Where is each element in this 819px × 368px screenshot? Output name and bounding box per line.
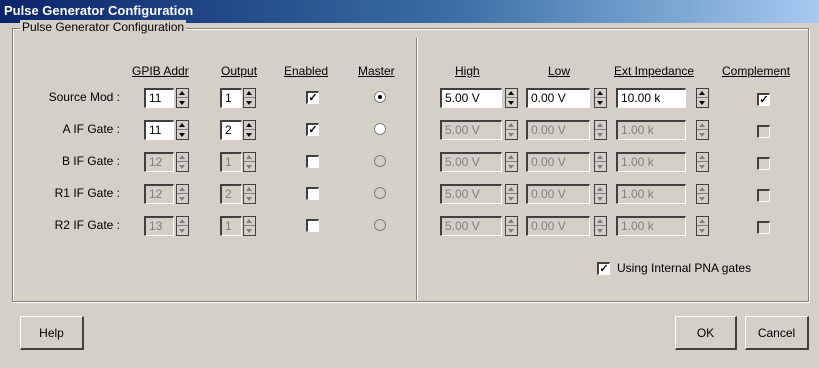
enabled-checkbox[interactable]: ✓: [306, 123, 319, 136]
low-field[interactable]: 0.00 V: [526, 120, 590, 140]
output-field[interactable]: 1: [220, 152, 242, 172]
output-field[interactable]: 1: [220, 216, 242, 236]
header-output: Output: [221, 64, 258, 78]
master-radio[interactable]: [374, 155, 386, 167]
output-field[interactable]: 2: [220, 120, 242, 140]
header-gpib-addr: GPIB Addr: [132, 64, 189, 78]
header-master: Master: [358, 64, 395, 78]
ext-impedance-field[interactable]: 10.00 k: [616, 88, 686, 108]
internal-pna-gates-label: Using Internal PNA gates: [617, 261, 752, 275]
enabled-checkbox[interactable]: [306, 155, 319, 168]
output-spinner[interactable]: [243, 216, 256, 236]
low-spinner[interactable]: [594, 120, 607, 140]
gpib-addr-field[interactable]: 13: [144, 216, 174, 236]
high-spinner[interactable]: [505, 120, 518, 140]
row-label-b-if-gate: B IF Gate :: [61, 154, 120, 168]
gpib-addr-spinner[interactable]: [176, 120, 189, 140]
group-divider: [416, 38, 418, 300]
ext-impedance-field[interactable]: 1.00 k: [616, 184, 686, 204]
header-low: Low: [548, 64, 571, 78]
complement-checkbox[interactable]: [757, 125, 770, 138]
group-label: Pulse Generator Configuration: [20, 20, 187, 34]
gpib-addr-spinner[interactable]: [176, 152, 189, 172]
complement-checkbox[interactable]: [757, 221, 770, 234]
output-spinner[interactable]: [243, 184, 256, 204]
ext-impedance-field[interactable]: 1.00 k: [616, 216, 686, 236]
gpib-addr-field[interactable]: 11: [144, 120, 174, 140]
low-field[interactable]: 0.00 V: [526, 152, 590, 172]
high-spinner[interactable]: [505, 88, 518, 108]
ok-button[interactable]: OK: [675, 316, 737, 350]
row-label-a-if-gate: A IF Gate :: [62, 122, 120, 136]
low-field[interactable]: 0.00 V: [526, 88, 590, 108]
gpib-addr-spinner[interactable]: [176, 88, 189, 108]
ext-impedance-spinner[interactable]: [696, 184, 709, 204]
header-enabled: Enabled: [284, 64, 329, 78]
output-field[interactable]: 1: [220, 88, 242, 108]
output-spinner[interactable]: [243, 88, 256, 108]
output-spinner[interactable]: [243, 120, 256, 140]
enabled-checkbox[interactable]: [306, 219, 319, 232]
complement-checkbox[interactable]: [757, 189, 770, 202]
header-high: High: [455, 64, 480, 78]
high-spinner[interactable]: [505, 152, 518, 172]
low-field[interactable]: 0.00 V: [526, 216, 590, 236]
window-title: Pulse Generator Configuration: [4, 3, 194, 18]
high-spinner[interactable]: [505, 216, 518, 236]
complement-checkbox[interactable]: ✓: [757, 93, 770, 106]
master-radio[interactable]: [374, 123, 386, 135]
low-spinner[interactable]: [594, 88, 607, 108]
gpib-addr-spinner[interactable]: [176, 184, 189, 204]
ext-impedance-field[interactable]: 1.00 k: [616, 152, 686, 172]
low-spinner[interactable]: [594, 216, 607, 236]
ext-impedance-field[interactable]: 1.00 k: [616, 120, 686, 140]
enabled-checkbox[interactable]: [306, 187, 319, 200]
cancel-button[interactable]: Cancel: [745, 316, 809, 350]
ext-impedance-spinner[interactable]: [696, 120, 709, 140]
low-spinner[interactable]: [594, 152, 607, 172]
gpib-addr-spinner[interactable]: [176, 216, 189, 236]
low-field[interactable]: 0.00 V: [526, 184, 590, 204]
internal-pna-gates-checkbox[interactable]: ✓: [597, 262, 610, 275]
master-radio[interactable]: [374, 91, 386, 103]
header-ext-impedance: Ext Impedance: [614, 64, 695, 78]
ext-impedance-spinner[interactable]: [696, 88, 709, 108]
help-button[interactable]: Help: [20, 316, 84, 350]
high-field[interactable]: 5.00 V: [440, 88, 502, 108]
high-field[interactable]: 5.00 V: [440, 152, 502, 172]
complement-checkbox[interactable]: [757, 157, 770, 170]
row-label-source-mod: Source Mod :: [48, 90, 120, 104]
gpib-addr-field[interactable]: 12: [144, 152, 174, 172]
high-field[interactable]: 5.00 V: [440, 216, 502, 236]
low-spinner[interactable]: [594, 184, 607, 204]
output-spinner[interactable]: [243, 152, 256, 172]
high-field[interactable]: 5.00 V: [440, 120, 502, 140]
high-field[interactable]: 5.00 V: [440, 184, 502, 204]
row-label-r2-if-gate: R2 IF Gate :: [54, 218, 120, 232]
high-spinner[interactable]: [505, 184, 518, 204]
enabled-checkbox[interactable]: ✓: [306, 91, 319, 104]
ext-impedance-spinner[interactable]: [696, 152, 709, 172]
row-label-r1-if-gate: R1 IF Gate :: [54, 186, 120, 200]
header-complement: Complement: [722, 64, 791, 78]
output-field[interactable]: 2: [220, 184, 242, 204]
master-radio[interactable]: [374, 187, 386, 199]
gpib-addr-field[interactable]: 11: [144, 88, 174, 108]
master-radio[interactable]: [374, 219, 386, 231]
ext-impedance-spinner[interactable]: [696, 216, 709, 236]
gpib-addr-field[interactable]: 12: [144, 184, 174, 204]
